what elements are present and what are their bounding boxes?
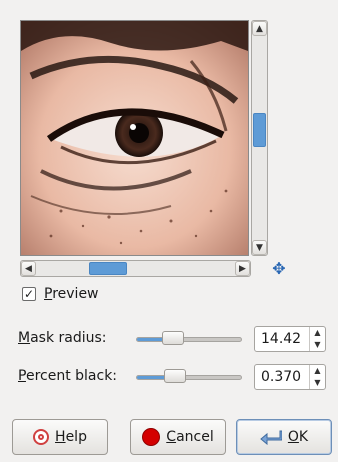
help-button[interactable]: Help — [12, 419, 108, 455]
preview-checkbox[interactable]: ✓ — [22, 287, 36, 301]
scroll-down-arrow-icon[interactable]: ▼ — [252, 240, 267, 255]
percent-black-value[interactable]: 0.370 — [261, 369, 301, 385]
percent-black-slider[interactable] — [136, 375, 242, 380]
spin-down-icon[interactable]: ▼ — [310, 377, 325, 389]
help-lifebuoy-icon — [33, 429, 50, 445]
preview-image[interactable] — [20, 20, 249, 256]
help-button-label: Help — [55, 429, 87, 445]
eye-preview-graphic — [21, 21, 248, 255]
ok-button[interactable]: OK — [236, 419, 332, 455]
percent-black-label: Percent black: — [18, 368, 118, 384]
vertical-scroll-thumb[interactable] — [253, 113, 266, 147]
scroll-left-arrow-icon[interactable]: ◀ — [21, 261, 36, 276]
cancel-button[interactable]: Cancel — [130, 419, 226, 455]
mask-radius-spinbutton[interactable]: 14.42 ▲ ▼ — [254, 326, 326, 352]
percent-black-row: Percent black: 0.370 ▲ ▼ — [18, 364, 328, 390]
ok-return-icon — [260, 430, 282, 445]
mask-radius-label: Mask radius: — [18, 330, 107, 346]
cancel-stop-icon — [142, 428, 161, 446]
preview-label: Preview — [44, 286, 99, 302]
mask-radius-slider[interactable] — [136, 337, 242, 342]
mask-radius-row: Mask radius: 14.42 ▲ ▼ — [18, 326, 328, 352]
preview-toggle[interactable]: ✓ Preview — [22, 284, 99, 304]
scroll-right-arrow-icon[interactable]: ▶ — [235, 261, 250, 276]
vertical-scrollbar[interactable]: ▲ ▼ — [251, 20, 268, 256]
horizontal-scroll-thumb[interactable] — [89, 262, 127, 275]
ok-button-label: OK — [287, 429, 309, 445]
check-icon: ✓ — [23, 287, 35, 301]
spin-up-icon[interactable]: ▲ — [310, 327, 325, 339]
spin-up-icon[interactable]: ▲ — [310, 365, 325, 377]
spin-down-icon[interactable]: ▼ — [310, 339, 325, 351]
horizontal-scrollbar[interactable]: ◀ ▶ — [20, 260, 251, 277]
mask-radius-slider-handle[interactable] — [162, 331, 185, 345]
mask-radius-value[interactable]: 14.42 — [261, 331, 301, 347]
preview-frame: ▲ ▼ ◀ ▶ ✥ — [20, 20, 286, 282]
cancel-button-label: Cancel — [166, 429, 214, 445]
navigate-move-icon[interactable]: ✥ — [270, 260, 288, 278]
scroll-up-arrow-icon[interactable]: ▲ — [252, 21, 267, 36]
percent-black-slider-handle[interactable] — [164, 369, 187, 383]
percent-black-spinbutton[interactable]: 0.370 ▲ ▼ — [254, 364, 326, 390]
